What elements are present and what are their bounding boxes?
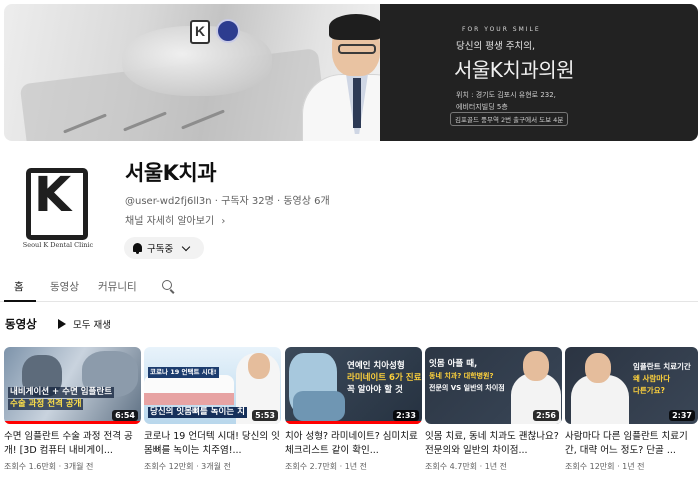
search-icon[interactable] [162,280,176,294]
thumbnail-title: 코로나 19 언택트 시대! [148,367,219,378]
thumbnail-title: 수술 과정 전격 공개 [8,399,84,410]
video-duration: 2:56 [533,410,559,421]
thumbnail-title: 임플란트 치료기간 [633,362,691,371]
video-duration: 2:37 [669,410,695,421]
thumbnail-title: 연예인 치아성형 [347,361,405,371]
doctor-photo [298,12,380,141]
video-thumbnail[interactable]: 잇몸 아플 때, 동네 치과? 대학병원? 전문의 VS 일반의 차이점 2:5… [425,347,562,424]
subscribe-label: 구독중 [147,244,174,255]
video-title[interactable]: 코로나 19 언더텍 시대! 당신의 잇몸뼈를 녹이는 치주염!... [144,430,281,457]
video-duration: 2:33 [393,410,419,421]
chevron-down-icon [181,242,191,251]
banner-address: 에비터지빌딩 5층 [456,103,508,111]
video-thumbnail[interactable]: 임플란트 치료기간 왜 사람마다 다른가요? 2:37 [565,347,698,424]
bell-icon [132,242,143,254]
chevron-right-icon: › [221,216,226,227]
play-all-button[interactable]: 모두 재생 [58,317,111,331]
video-thumbnail[interactable]: 코로나 19 언택트 시대! 당신의 잇몸뼈를 녹이는 치 5:53 [144,347,281,424]
thumbnail-title: 잇몸 아플 때, [429,359,478,369]
banner-directions: 김포골드 풍무역 2번 출구에서 도보 4분 [450,112,569,126]
video-meta: 조회수 12만회 · 1년 전 [565,462,645,471]
clinic-logo-icon [190,20,210,44]
video-meta: 조회수 2.7만회 · 1년 전 [285,462,368,471]
video-duration: 5:53 [252,410,278,421]
play-all-label: 모두 재생 [73,320,111,331]
banner-clinic-name: 서울K치과의원 [454,58,575,82]
subscribed-button[interactable]: 구독중 [124,237,204,259]
watch-progress-bar [285,421,422,424]
video-thumbnail[interactable]: 내비게이션 + 수면 임플란트 수술 과정 전격 공개 6:54 [4,347,141,424]
thumbnail-title: 다른가요? [633,386,665,395]
video-meta: 조회수 12만회 · 3개월 전 [144,462,231,471]
channel-name: 서울K치과 [125,161,217,185]
thumbnail-title: 라미네이트 6가 진료 [347,373,422,383]
banner-text-panel: FOR YOUR SMILE 당신의 평생 주치의, 서울K치과의원 위치 : … [380,4,698,141]
section-title: 동영상 [5,317,37,331]
channel-about-label: 채널 자세히 알아보기 [125,216,215,227]
video-thumbnail[interactable]: 연예인 치아성형 라미네이트 6가 진료 꼭 알아야 할 것 2:33 [285,347,422,424]
avatar-caption: Seoul K Dental Clinic [22,241,94,249]
tab-videos[interactable]: 동영상 [50,279,79,294]
channel-meta: @user-wd2fj6ll3n · 구독자 32명 · 동영상 6개 [125,196,330,207]
video-title[interactable]: 치아 성형? 라미네이트? 심미치료 체크리스트 같이 확인... [285,430,422,457]
video-card[interactable]: 연예인 치아성형 라미네이트 6가 진료 꼭 알아야 할 것 2:33 치아 성… [285,347,422,472]
thumbnail-title: 동네 치과? 대학병원? [429,372,494,380]
play-icon [58,319,66,329]
active-tab-indicator [4,300,36,302]
thumbnail-title: 꼭 알아야 할 것 [347,385,403,395]
video-card[interactable]: 내비게이션 + 수면 임플란트 수술 과정 전격 공개 6:54 수면 임플란트… [4,347,141,472]
video-title[interactable]: 사람마다 다른 임플란트 치료기간, 대략 어느 정도? 단골 ... [565,430,698,457]
tab-community[interactable]: 커뮤니티 [98,279,137,294]
video-card[interactable]: 잇몸 아플 때, 동네 치과? 대학병원? 전문의 VS 일반의 차이점 2:5… [425,347,562,472]
watch-progress-bar [4,421,141,424]
channel-avatar[interactable]: K Seoul K Dental Clinic [16,160,100,256]
video-duration: 6:54 [112,410,138,421]
thumbnail-title: 내비게이션 + 수면 임플란트 [8,387,115,398]
video-meta: 조회수 4.7만회 · 1년 전 [425,462,508,471]
tab-home[interactable]: 홈 [14,279,24,294]
thumbnail-title: 당신의 잇몸뼈를 녹이는 치 [148,407,247,418]
video-card[interactable]: 코로나 19 언택트 시대! 당신의 잇몸뼈를 녹이는 치 5:53 코로나 1… [144,347,281,472]
video-title[interactable]: 수면 임플란트 수술 과정 전격 공개! [3D 컴퓨터 내비게이... [4,430,141,457]
channel-tabs: 홈 동영상 커뮤니티 [0,272,698,302]
thumbnail-title: 왜 사람마다 [633,374,671,383]
banner-subtitle: 당신의 평생 주치의, [456,41,535,52]
banner-address: 위치 : 경기도 김포시 유현로 232, [456,91,556,99]
university-seal-icon [216,19,240,43]
thumbnail-title: 전문의 VS 일반의 차이점 [429,384,505,392]
video-card[interactable]: 임플란트 치료기간 왜 사람마다 다른가요? 2:37 사람마다 다른 임플란트… [565,347,698,472]
video-meta: 조회수 1.6만회 · 3개월 전 [4,462,94,471]
banner-photo [4,4,380,141]
channel-banner: FOR YOUR SMILE 당신의 평생 주치의, 서울K치과의원 위치 : … [4,4,698,141]
video-title[interactable]: 잇몸 치료, 동네 치과도 괜찮나요? 전문의와 일반의 차이점... [425,430,562,457]
channel-about-link[interactable]: 채널 자세히 알아보기 › [125,212,225,227]
banner-tagline: FOR YOUR SMILE [462,26,541,33]
